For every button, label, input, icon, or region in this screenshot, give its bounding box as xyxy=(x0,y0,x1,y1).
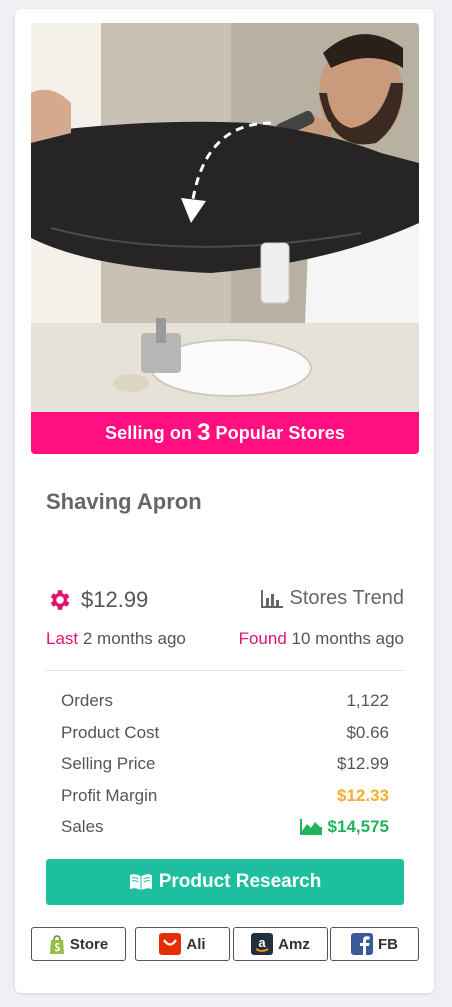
last-seen: Last 2 months ago xyxy=(46,629,186,649)
product-title[interactable]: Shaving Apron xyxy=(46,489,202,515)
product-price: $12.99 xyxy=(81,587,149,612)
stat-value: $12.99 xyxy=(337,754,389,773)
stat-selling-price: Selling Price $12.99 xyxy=(61,754,389,786)
stat-sales: Sales $14,575 xyxy=(61,817,389,849)
amz-link-button[interactable]: a Amz xyxy=(233,927,328,961)
stat-product-cost: Product Cost $0.66 xyxy=(61,723,389,755)
ali-link-label: Ali xyxy=(186,935,206,953)
price-row: $12.99 Stores Trend xyxy=(46,585,404,615)
divider xyxy=(46,670,404,671)
product-photo-illustration xyxy=(31,23,419,454)
amazon-icon: a xyxy=(251,933,274,955)
book-open-icon xyxy=(129,874,152,890)
stat-label: Profit Margin xyxy=(61,785,158,805)
amz-link-label: Amz xyxy=(278,935,310,953)
stores-trend-label: Stores Trend xyxy=(289,587,404,609)
found-value: 10 months ago xyxy=(291,629,404,648)
gear-icon xyxy=(50,590,70,610)
found-label: Found xyxy=(238,629,287,648)
product-research-button[interactable]: Product Research xyxy=(46,859,404,905)
aliexpress-icon xyxy=(159,933,182,955)
stat-value: $14,575 xyxy=(327,817,389,836)
stat-value: $12.33 xyxy=(337,785,389,805)
store-links: Store Ali a Amz FB xyxy=(31,927,419,961)
found-date: Found 10 months ago xyxy=(239,629,404,649)
area-chart-icon xyxy=(299,819,322,835)
selling-stores-banner: Selling on 3 Popular Stores xyxy=(31,412,419,454)
ali-link-button[interactable]: Ali xyxy=(135,927,230,961)
svg-text:a: a xyxy=(259,935,267,950)
store-link-label: Store xyxy=(69,935,109,953)
stat-label: Orders xyxy=(61,691,113,710)
stats-list: Orders 1,122 Product Cost $0.66 Selling … xyxy=(61,691,389,849)
stat-orders: Orders 1,122 xyxy=(61,691,389,723)
banner-store-count: 3 xyxy=(197,419,211,446)
fb-link-button[interactable]: FB xyxy=(330,927,419,961)
stat-value: $0.66 xyxy=(346,722,389,742)
facebook-icon xyxy=(351,933,373,955)
banner-prefix: Selling on xyxy=(105,422,193,443)
product-image[interactable]: Selling on 3 Popular Stores xyxy=(31,23,419,454)
store-link-button[interactable]: Store xyxy=(31,927,126,961)
last-label: Last xyxy=(46,629,79,648)
stat-label: Sales xyxy=(61,817,104,836)
banner-suffix: Popular Stores xyxy=(215,422,345,443)
stores-trend-link[interactable]: Stores Trend xyxy=(261,587,404,610)
product-card: Selling on 3 Popular Stores Shaving Apro… xyxy=(15,9,434,993)
stat-label: Selling Price xyxy=(61,754,156,773)
stat-label: Product Cost xyxy=(61,722,160,742)
stat-profit-margin: Profit Margin $12.33 xyxy=(61,786,389,818)
product-research-label: Product Research xyxy=(158,871,322,892)
last-value: 2 months ago xyxy=(82,629,186,648)
sales-value: $14,575 xyxy=(299,817,389,837)
bar-chart-icon xyxy=(261,589,284,608)
shopify-bag-icon xyxy=(49,934,64,954)
fb-link-label: FB xyxy=(378,935,398,953)
stat-value: 1,122 xyxy=(346,691,389,710)
